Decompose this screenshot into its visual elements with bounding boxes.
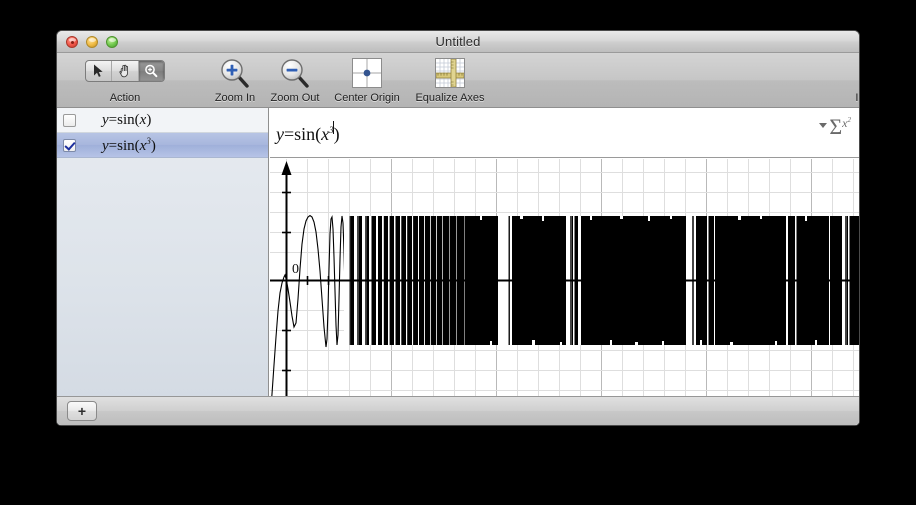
formula-input[interactable]: y=sin(x3) xyxy=(276,120,340,145)
equation-checkbox[interactable] xyxy=(63,113,76,127)
toolbar-item-zoom-out[interactable]: Zoom Out xyxy=(257,56,333,106)
chevron-down-icon xyxy=(819,122,828,128)
plot-svg: 0 xyxy=(270,159,859,425)
equation-label: y=sin(x) xyxy=(102,112,151,129)
superscript-icon: x2 xyxy=(842,115,851,130)
equation-fn: =sin( xyxy=(108,111,140,128)
window-body: y=sin(x) y=sin(x3) y=sin(x3) Σ x2 0 xyxy=(57,108,859,425)
magnifier-icon[interactable] xyxy=(138,61,164,81)
sigma-icon: Σ xyxy=(829,114,843,139)
equalize-axes-icon xyxy=(435,58,465,88)
list-item[interactable]: y=sin(x) xyxy=(57,108,268,133)
action-segmented-control[interactable] xyxy=(85,60,165,82)
toolbar-item-inspector[interactable]: i Inspector xyxy=(843,56,859,106)
equation-list-sidebar: y=sin(x) y=sin(x3) xyxy=(57,108,269,425)
window-titlebar: Untitled xyxy=(57,31,859,53)
origin-label: 0 xyxy=(292,262,299,277)
formula-var-x: x xyxy=(321,124,330,144)
magnifier-minus-icon xyxy=(281,59,309,88)
toolbar-label-equalize-axes: Equalize Axes xyxy=(415,92,485,104)
magnifier-plus-icon xyxy=(221,59,249,88)
toolbar-item-equalize-axes[interactable]: Equalize Axes xyxy=(405,56,495,106)
add-equation-button[interactable]: + xyxy=(67,401,97,421)
equation-checkbox[interactable] xyxy=(63,138,76,152)
formula-var-y: y xyxy=(276,124,284,144)
equation-var-y: y xyxy=(102,111,109,128)
formula-close: ) xyxy=(333,124,340,144)
toolbar-item-center-origin[interactable]: Center Origin xyxy=(325,56,409,106)
desktop-background: Untitled Action Zoom In Zoom Out Center … xyxy=(0,0,916,505)
toolbar-label-center-origin: Center Origin xyxy=(334,92,400,104)
arrow-cursor-icon[interactable] xyxy=(86,61,113,81)
hand-icon[interactable] xyxy=(112,61,139,81)
math-palette-button[interactable]: Σ x2 xyxy=(819,116,851,138)
formula-bar[interactable]: y=sin(x3) Σ x2 xyxy=(270,108,859,158)
bottom-bar: + xyxy=(57,396,859,425)
app-window: Untitled Action Zoom In Zoom Out Center … xyxy=(56,30,860,426)
equation-close: ) xyxy=(146,111,152,128)
equation-label: y=sin(x3) xyxy=(102,136,156,155)
center-origin-icon xyxy=(352,58,382,88)
text-caret xyxy=(332,121,334,134)
formula-fn: =sin( xyxy=(284,124,322,144)
toolbar-item-action: Action xyxy=(71,56,179,106)
equation-fn: =sin( xyxy=(108,137,140,154)
graph-pane: y=sin(x3) Σ x2 0 xyxy=(270,108,859,425)
equation-close: ) xyxy=(150,137,156,154)
toolbar: Action Zoom In Zoom Out Center Origin Eq… xyxy=(57,53,859,108)
window-title: Untitled xyxy=(435,34,481,49)
toolbar-label-zoom-out: Zoom Out xyxy=(270,92,320,104)
equation-var-y: y xyxy=(102,137,109,154)
toolbar-label-action: Action xyxy=(109,92,141,104)
toolbar-label-inspector: Inspector xyxy=(855,92,859,104)
plot-canvas[interactable]: 0 xyxy=(270,159,859,425)
list-item[interactable]: y=sin(x3) xyxy=(57,133,268,158)
